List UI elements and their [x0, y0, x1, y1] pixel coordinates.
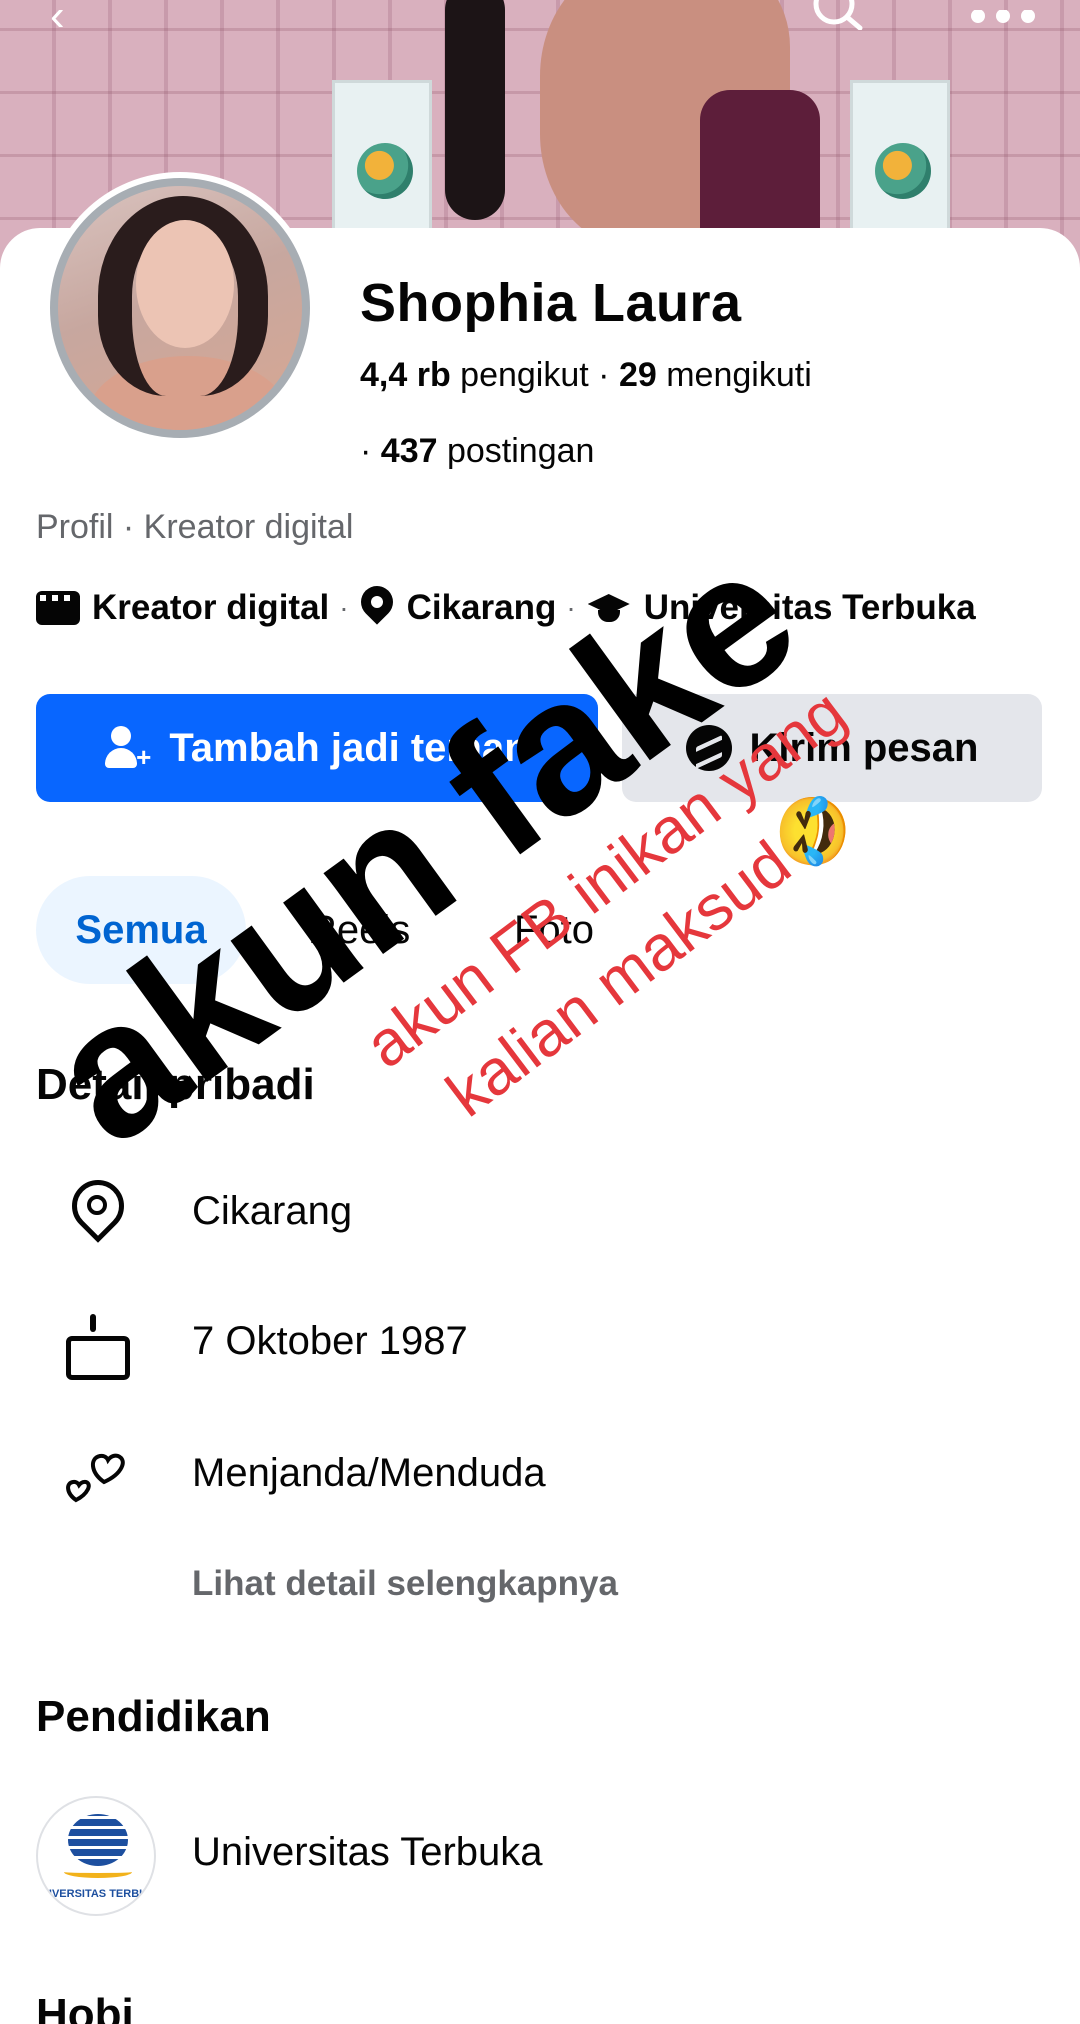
- avatar-face: [136, 220, 234, 348]
- following-label[interactable]: mengikuti: [666, 356, 812, 394]
- avatar-photo: [50, 178, 310, 438]
- intro-separator: ·: [339, 592, 349, 623]
- back-arrow-icon[interactable]: ‹: [50, 0, 65, 38]
- more-icon[interactable]: [968, 0, 1038, 38]
- see-more-details-link[interactable]: Lihat detail selengkapnya: [192, 1564, 618, 1604]
- university-logo[interactable]: IVERSITAS TERBU: [36, 1796, 156, 1916]
- location-outline-icon: [60, 1176, 130, 1246]
- hobbies-title: Hobi: [36, 1990, 134, 2024]
- detail-birthday-text: 7 Oktober 1987: [192, 1318, 468, 1363]
- profile-category: Profil · Kreator digital: [36, 508, 354, 546]
- following-count[interactable]: 29: [619, 356, 657, 394]
- intro-creator: Kreator digital: [92, 588, 330, 627]
- followers-label[interactable]: pengikut: [460, 356, 589, 394]
- university-logo-book: [64, 1866, 132, 1878]
- hearts-icon: [60, 1438, 130, 1508]
- location-pin-icon: [359, 586, 395, 630]
- detail-location-text: Cikarang: [192, 1188, 353, 1233]
- followers-count[interactable]: 4,4 rb: [360, 356, 451, 394]
- detail-location: Cikarang: [60, 1176, 352, 1246]
- cover-person-hair: [445, 0, 505, 220]
- detail-relationship: Menjanda/Menduda: [60, 1438, 546, 1508]
- birthday-cake-icon: [60, 1306, 130, 1380]
- profile-name: Shophia Laura: [360, 273, 742, 333]
- clapper-icon: [36, 591, 80, 625]
- profile-avatar[interactable]: [44, 172, 316, 444]
- detail-birthday: 7 Oktober 1987: [60, 1306, 468, 1380]
- stats-separator: ·: [598, 356, 610, 394]
- university-logo-text: IVERSITAS TERBU: [48, 1888, 148, 1900]
- posts-count: 437: [380, 432, 438, 470]
- follow-stats: 4,4 rb pengikut · 29 mengikuti: [360, 356, 812, 395]
- education-title: Pendidikan: [36, 1692, 271, 1741]
- posts-stats: · 437 postingan: [360, 432, 594, 471]
- posts-label: postingan: [446, 432, 595, 470]
- stats-separator: ·: [360, 432, 372, 470]
- detail-relationship-text: Menjanda/Menduda: [192, 1450, 546, 1495]
- add-friend-icon: +: [105, 726, 151, 770]
- education-school[interactable]: Universitas Terbuka: [192, 1830, 543, 1875]
- university-logo-globe: [68, 1814, 128, 1866]
- cover-wall-poster: [850, 80, 950, 250]
- cover-wall-poster: [332, 80, 432, 250]
- intro-location: Cikarang: [406, 588, 557, 627]
- search-icon[interactable]: [810, 0, 864, 38]
